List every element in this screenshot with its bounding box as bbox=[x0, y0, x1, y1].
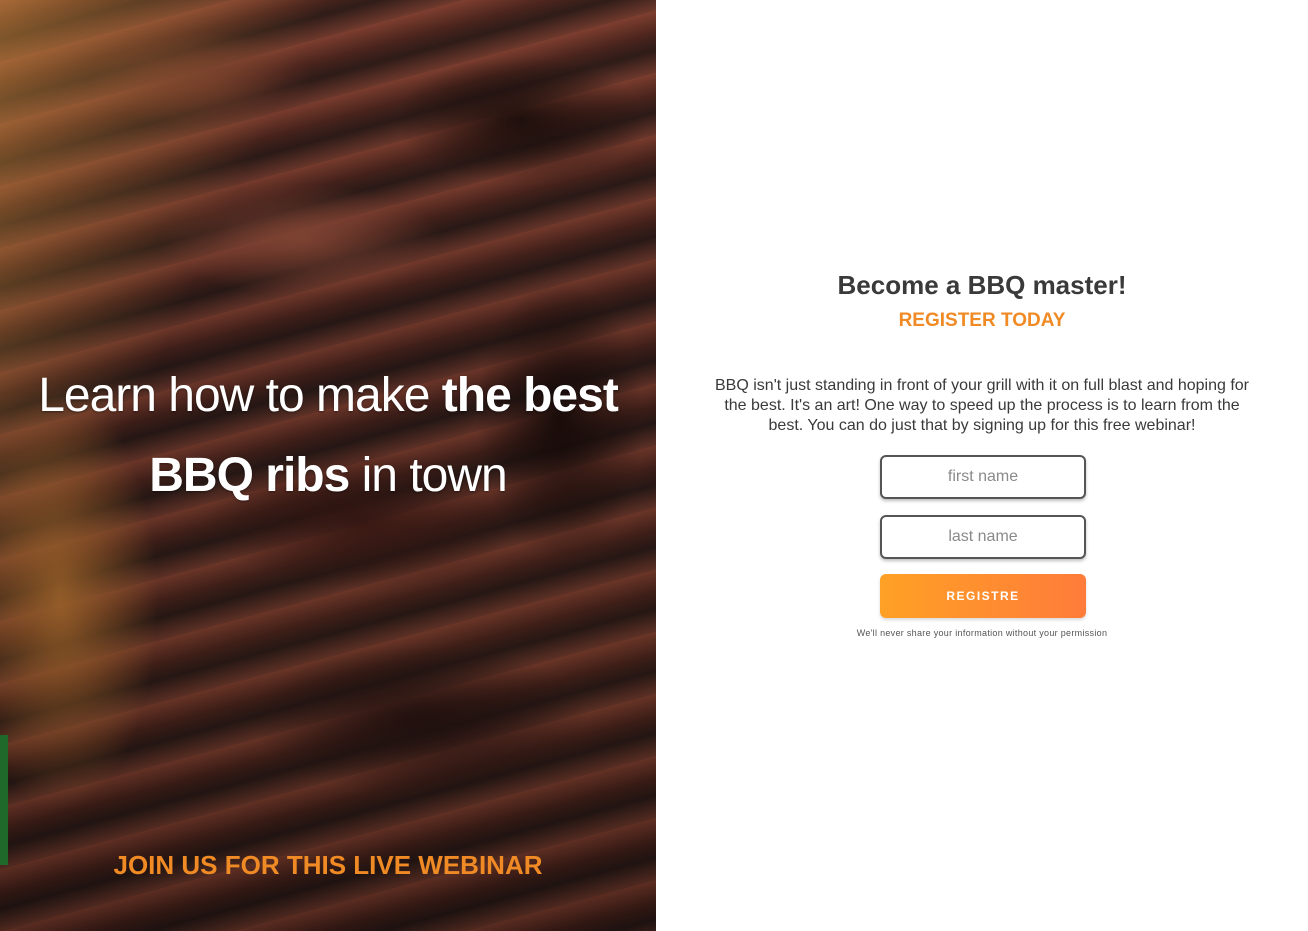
form-heading: Become a BBQ master! bbox=[837, 270, 1127, 300]
form-subheading: REGISTER TODAY bbox=[898, 310, 1066, 331]
hero-title-bold-1: the best bbox=[441, 369, 619, 422]
last-name-input[interactable] bbox=[880, 515, 1086, 559]
landing-page: Learn how to make the best BBQ ribs in t… bbox=[0, 0, 1308, 931]
register-button[interactable]: REGISTRE bbox=[880, 574, 1086, 618]
hero-title: Learn how to make the best BBQ ribs in t… bbox=[30, 356, 626, 516]
hero-section: Learn how to make the best BBQ ribs in t… bbox=[0, 0, 656, 931]
form-description: BBQ isn't just standing in front of your… bbox=[715, 377, 1249, 434]
webinar-cta-text: JOIN US FOR THIS LIVE WEBINAR bbox=[113, 850, 543, 880]
background-image-edge bbox=[0, 735, 8, 865]
hero-title-post: in town bbox=[349, 449, 508, 502]
privacy-note: We'll never share your information witho… bbox=[856, 628, 1108, 638]
hero-title-bold-2: BBQ ribs bbox=[149, 449, 350, 502]
hero-title-pre: Learn how to make bbox=[38, 369, 442, 422]
registration-panel: Become a BBQ master! REGISTER TODAY BBQ … bbox=[656, 0, 1308, 931]
first-name-input[interactable] bbox=[880, 455, 1086, 499]
